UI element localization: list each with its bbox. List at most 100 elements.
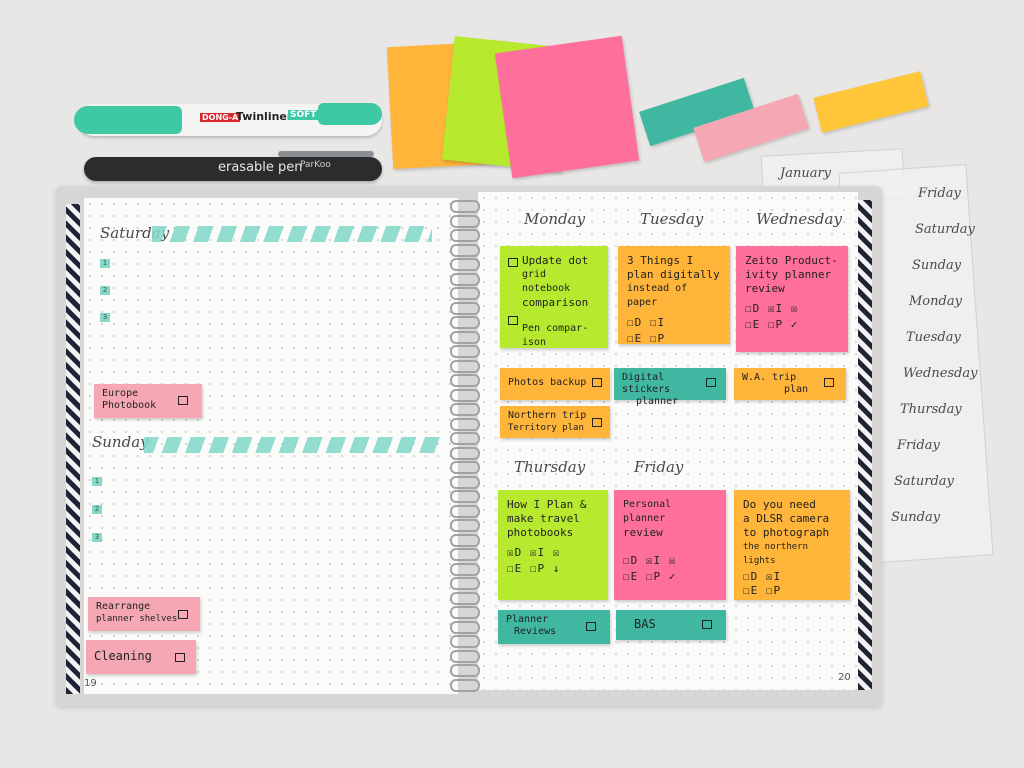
right-washi-border bbox=[858, 200, 872, 690]
spiral-ring bbox=[450, 432, 480, 445]
cleaning-label: Cleaning bbox=[94, 649, 152, 663]
digital-stickers-line-1: Digital stickers bbox=[622, 372, 671, 395]
spiral-ring bbox=[450, 374, 480, 387]
spiral-ring bbox=[450, 504, 480, 518]
spiral-ring bbox=[450, 606, 480, 619]
spiral-ring bbox=[450, 490, 480, 503]
spiral-ring bbox=[450, 330, 480, 344]
pink-sticky-pad bbox=[494, 35, 640, 179]
dslr-line-4: the northern lights bbox=[743, 542, 809, 566]
tuesday-line-2: plan digitally bbox=[627, 268, 720, 281]
spiral-ring bbox=[450, 345, 480, 358]
bas-checkbox bbox=[702, 620, 712, 629]
monday-task1-line3: comparison bbox=[522, 296, 589, 309]
tuesday-note: 3 Things I plan digitally instead of pap… bbox=[618, 246, 730, 345]
friday-dslr-note: Do you need a DLSR camera to photograph … bbox=[734, 490, 850, 600]
dslr-line-1: Do you need bbox=[743, 498, 816, 511]
dslr-check-row-2: ☐E ☐P bbox=[743, 584, 782, 597]
friday-check-row-2: ☐E ☐P ✓ bbox=[623, 570, 677, 583]
spiral-ring bbox=[450, 229, 480, 242]
spiral-ring bbox=[450, 533, 480, 547]
sticker-day-word: Monday bbox=[909, 294, 962, 309]
sticker-january: January bbox=[780, 166, 832, 181]
dslr-line-2: a DLSR camera bbox=[743, 512, 830, 525]
tuesday-check-row-2: ☐E ☐P bbox=[627, 332, 666, 345]
spiral-ring bbox=[450, 562, 480, 576]
tuesday-line-1: 3 Things I bbox=[627, 254, 694, 267]
saturday-washi bbox=[152, 226, 432, 242]
thursday-header: Thursday bbox=[514, 458, 586, 476]
monday-spacer bbox=[522, 310, 599, 322]
twinliner-cap-right bbox=[318, 103, 382, 125]
spiral-ring bbox=[450, 272, 480, 286]
sticker-day-word: Saturday bbox=[915, 222, 975, 237]
left-washi-border bbox=[66, 204, 80, 694]
twinliner-model: Twinliner bbox=[236, 110, 293, 123]
wednesday-line-2: ivity planner bbox=[745, 268, 832, 281]
photos-backup-checkbox bbox=[592, 378, 602, 387]
tuesday-check-row-1: ☐D ☐I bbox=[627, 316, 666, 329]
thursday-check-row-1: ☒D ☒I ☒ bbox=[507, 546, 561, 559]
spiral-ring bbox=[450, 359, 480, 373]
thursday-line-1: How I Plan & bbox=[507, 498, 587, 511]
sunday-bullet-3: 3 bbox=[92, 533, 102, 542]
erasable-pen-brand: ParKoo bbox=[300, 160, 331, 170]
sunday-header: Sunday bbox=[92, 433, 149, 451]
friday-header: Friday bbox=[634, 458, 684, 476]
thursday-note: How I Plan & make travel photobooks ☒D ☒… bbox=[498, 490, 608, 600]
sticker-day-word: Saturday bbox=[894, 474, 954, 489]
rearrange-checkbox bbox=[178, 610, 188, 619]
wednesday-check-row-1: ☐D ☒I ☒ bbox=[745, 302, 799, 315]
spiral-ring bbox=[450, 649, 480, 663]
monday-task2-line2: ison bbox=[522, 337, 547, 348]
wa-trip-checkbox bbox=[824, 378, 834, 387]
yellow-sticky-flag bbox=[813, 71, 929, 133]
sunday-bullet-1: 1 bbox=[92, 477, 102, 486]
spiral-ring bbox=[450, 620, 480, 634]
saturday-bullet-2: 2 bbox=[100, 286, 110, 295]
spiral-ring bbox=[450, 200, 480, 213]
spiral-ring bbox=[450, 287, 480, 300]
northern-territory-checkbox bbox=[592, 418, 602, 427]
dslr-check-row-1: ☐D ☒I bbox=[743, 570, 782, 583]
spiral-ring bbox=[450, 635, 480, 648]
sticker-day-word: Sunday bbox=[891, 510, 941, 525]
spiral-ring bbox=[450, 214, 480, 228]
wednesday-line-1: Zeito Product- bbox=[745, 254, 838, 267]
wednesday-check-row-2: ☐E ☐P ✓ bbox=[745, 318, 799, 331]
sticker-day-word: Sunday bbox=[912, 258, 962, 273]
monday-task2-checkbox bbox=[508, 316, 518, 325]
northern-line-1: Northern trip bbox=[508, 410, 587, 421]
thursday-line-3: photobooks bbox=[507, 526, 574, 539]
friday-line-2: review bbox=[623, 526, 663, 539]
monday-task1-checkbox bbox=[508, 258, 518, 267]
friday-check-row-1: ☐D ☒I ☒ bbox=[623, 554, 677, 567]
spiral-ring bbox=[450, 258, 480, 271]
wednesday-note: Zeito Product- ivity planner review ☐D ☒… bbox=[736, 246, 848, 352]
spiral-ring bbox=[450, 475, 480, 489]
tuesday-line-3: instead of paper bbox=[627, 283, 688, 308]
spiral-ring bbox=[450, 403, 480, 416]
spiral-ring bbox=[450, 678, 480, 692]
spiral-ring bbox=[450, 461, 480, 474]
erasable-pen-clip bbox=[278, 151, 374, 157]
digital-stickers-checkbox bbox=[706, 378, 716, 387]
twinliner-tag: SOFT bbox=[288, 110, 319, 120]
photos-backup-label: Photos backup bbox=[508, 377, 587, 388]
saturday-bullet-1: 1 bbox=[100, 259, 110, 268]
spiral-ring bbox=[450, 591, 480, 605]
sticker-day-word: Thursday bbox=[900, 402, 962, 417]
sticker-day-word: Tuesday bbox=[906, 330, 961, 345]
northern-line-2: Territory plan bbox=[508, 423, 584, 433]
spiral-ring bbox=[450, 548, 480, 561]
spiral-ring bbox=[450, 243, 480, 257]
twinliner-cap-left bbox=[74, 106, 182, 134]
spiral-ring bbox=[450, 417, 480, 431]
spiral-ring bbox=[450, 519, 480, 532]
friday-note: Personal planner review ☐D ☒I ☒ ☐E ☐P ✓ bbox=[614, 490, 726, 600]
wednesday-header: Wednesday bbox=[756, 210, 842, 228]
spiral-ring bbox=[450, 301, 480, 315]
europe-checkbox bbox=[178, 396, 188, 405]
sticker-day-word: Wednesday bbox=[903, 366, 978, 381]
spiral-ring bbox=[450, 446, 480, 460]
